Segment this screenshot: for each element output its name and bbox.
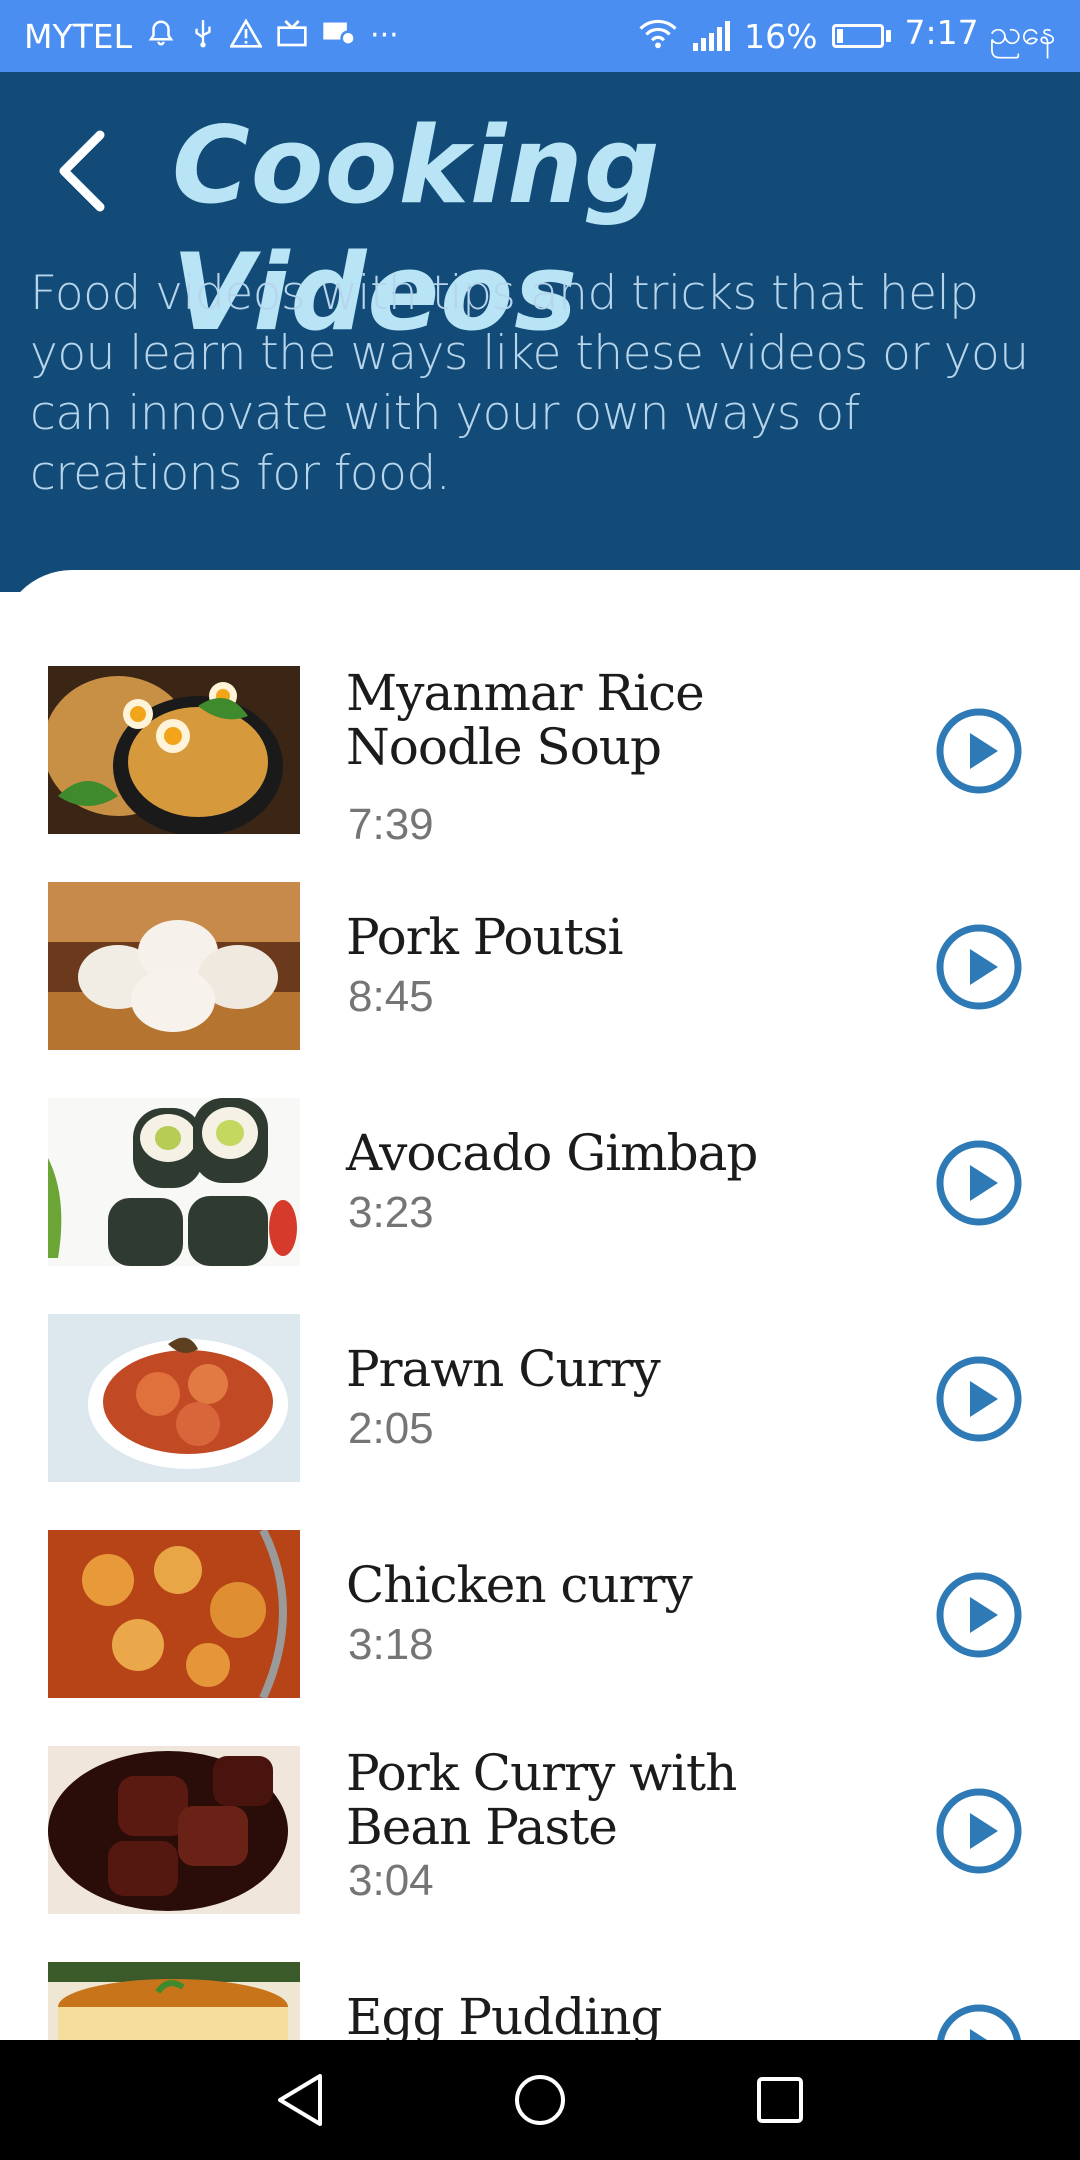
status-bar: MYTEL ··· 16% 7:17 ညနေ xyxy=(0,0,1080,72)
back-button[interactable] xyxy=(42,116,122,226)
video-thumbnail xyxy=(48,882,300,1050)
play-circle-icon xyxy=(936,1572,1022,1658)
battery-percent: 16% xyxy=(744,16,818,56)
play-circle-icon xyxy=(936,924,1022,1010)
video-title: Myanmar Rice Noodle Soup xyxy=(346,664,705,776)
status-left: MYTEL ··· xyxy=(24,17,399,56)
signal-icon xyxy=(693,21,731,51)
video-duration: 7:39 xyxy=(348,800,434,849)
video-thumbnail xyxy=(48,1530,300,1698)
play-button[interactable] xyxy=(934,1786,1024,1876)
warning-icon xyxy=(229,18,264,54)
clock: 7:17 ညနေ xyxy=(904,12,1057,52)
play-circle-icon xyxy=(936,708,1022,794)
play-circle-icon xyxy=(936,1788,1022,1874)
video-list: Myanmar Rice Noodle Soup 7:39 Pork Pouts… xyxy=(0,570,1080,2040)
message-settings-icon xyxy=(322,18,357,54)
play-button[interactable] xyxy=(934,2002,1024,2040)
video-item[interactable]: Avocado Gimbap 3:23 xyxy=(0,1098,1080,1314)
video-duration: 3:23 xyxy=(348,1188,434,1237)
video-title: Egg Pudding xyxy=(346,1988,662,2040)
video-thumbnail xyxy=(48,1314,300,1482)
video-item[interactable]: Myanmar Rice Noodle Soup 7:39 xyxy=(0,666,1080,882)
nav-home-button[interactable] xyxy=(500,2060,580,2140)
battery-icon xyxy=(831,24,891,48)
video-thumbnail xyxy=(48,1098,300,1266)
play-button[interactable] xyxy=(934,1138,1024,1228)
status-right: 16% 7:17 ညနေ xyxy=(637,12,1056,61)
recents-square-icon xyxy=(757,2077,803,2123)
video-duration: 8:45 xyxy=(348,972,434,1021)
video-title: Chicken curry xyxy=(346,1556,693,1614)
navigation-bar xyxy=(0,2040,1080,2160)
video-duration: 2:05 xyxy=(348,1404,434,1453)
page-description: Food videos with tips and tricks that he… xyxy=(30,266,1029,501)
video-thumbnail xyxy=(48,666,300,834)
video-title: Prawn Curry xyxy=(346,1340,661,1398)
video-item[interactable]: Pork Curry with Bean Paste 3:04 xyxy=(0,1746,1080,1962)
back-triangle-icon xyxy=(278,2074,322,2126)
nav-back-button[interactable] xyxy=(260,2060,340,2140)
play-button[interactable] xyxy=(934,1354,1024,1444)
video-item[interactable]: Chicken curry 3:18 xyxy=(0,1530,1080,1746)
video-thumbnail xyxy=(48,1962,300,2040)
video-title: Avocado Gimbap xyxy=(346,1124,758,1182)
home-circle-icon xyxy=(515,2075,565,2125)
carrier-label: MYTEL xyxy=(24,16,133,56)
video-item[interactable]: Pork Poutsi 8:45 xyxy=(0,882,1080,1098)
play-circle-icon xyxy=(937,2004,1021,2040)
play-circle-icon xyxy=(936,1356,1022,1442)
video-duration: 3:18 xyxy=(348,1620,434,1669)
video-item[interactable]: Prawn Curry 2:05 xyxy=(0,1314,1080,1530)
nav-recents-button[interactable] xyxy=(740,2060,820,2140)
wifi-icon xyxy=(637,17,679,55)
bell-icon xyxy=(146,18,176,54)
play-button[interactable] xyxy=(934,706,1024,796)
video-title: Pork Curry with Bean Paste xyxy=(346,1744,737,1856)
video-item[interactable]: Egg Pudding xyxy=(0,1962,1080,2040)
video-duration: 3:04 xyxy=(348,1856,434,1905)
chevron-left-icon xyxy=(59,130,105,212)
more-icon: ··· xyxy=(370,18,399,53)
play-button[interactable] xyxy=(934,1570,1024,1660)
video-title: Pork Poutsi xyxy=(346,908,623,966)
header: Cooking Videos Food videos with tips and… xyxy=(0,72,1080,592)
usb-icon xyxy=(190,18,216,54)
play-circle-icon xyxy=(936,1140,1022,1226)
play-button[interactable] xyxy=(934,922,1024,1012)
video-thumbnail xyxy=(48,1746,300,1914)
tv-icon xyxy=(276,18,308,54)
